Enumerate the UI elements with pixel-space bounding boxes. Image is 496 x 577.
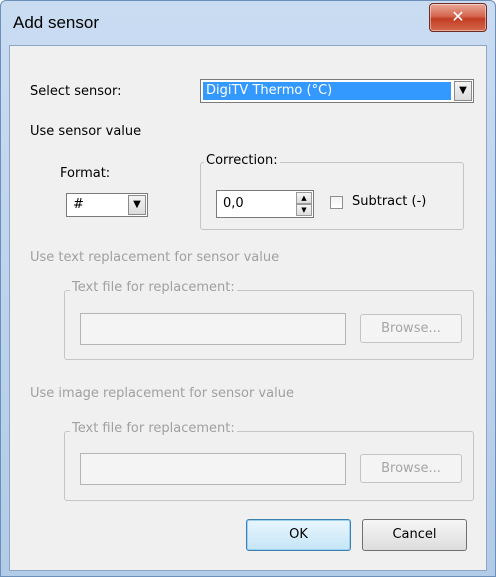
format-select-value: # [73,197,84,212]
image-file-group-label: Text file for replacement: [70,421,237,436]
use-sensor-value-label: Use sensor value [30,124,142,139]
select-sensor-label: Select sensor: [30,84,122,99]
ok-label: OK [289,527,308,542]
browse-text-file-button[interactable]: Browse... [360,314,462,343]
close-button[interactable]: ✕ [429,3,487,32]
text-file-group-label: Text file for replacement: [70,280,237,295]
spinner-buttons: ▲ ▼ [296,192,312,216]
ok-button[interactable]: OK [246,519,351,551]
dialog-body: Select sensor: DigiTV Thermo (°C) ▼ Use … [9,45,487,571]
correction-spinner[interactable]: 0,0 ▲ ▼ [216,190,314,218]
text-replacement-label: Use text replacement for sensor value [30,250,280,265]
chevron-down-icon[interactable]: ▼ [128,195,146,215]
browse-image-file-label: Browse... [381,461,441,476]
text-file-field[interactable] [80,313,346,345]
chevron-down-icon[interactable]: ▼ [454,81,472,101]
browse-text-file-label: Browse... [381,321,441,336]
close-icon: ✕ [451,7,465,26]
sensor-select-value: DigiTV Thermo (°C) [203,82,451,100]
correction-label: Correction: [204,153,280,168]
format-label: Format: [60,166,111,181]
image-file-field[interactable] [80,453,346,485]
correction-value: 0,0 [223,196,244,211]
format-select[interactable]: # ▼ [66,193,148,217]
subtract-checkbox[interactable] [330,196,343,209]
cancel-button[interactable]: Cancel [362,519,467,551]
sensor-select[interactable]: DigiTV Thermo (°C) ▼ [200,79,474,103]
add-sensor-window: Add sensor ✕ Select sensor: DigiTV Therm… [0,0,496,577]
image-replacement-label: Use image replacement for sensor value [30,386,294,401]
browse-image-file-button[interactable]: Browse... [360,454,462,483]
title-bar[interactable]: Add sensor ✕ [1,1,495,45]
spin-up-icon[interactable]: ▲ [296,192,312,204]
spin-down-icon[interactable]: ▼ [296,204,312,216]
cancel-label: Cancel [392,527,437,542]
window-title: Add sensor [13,13,99,32]
subtract-label: Subtract (-) [352,194,427,209]
